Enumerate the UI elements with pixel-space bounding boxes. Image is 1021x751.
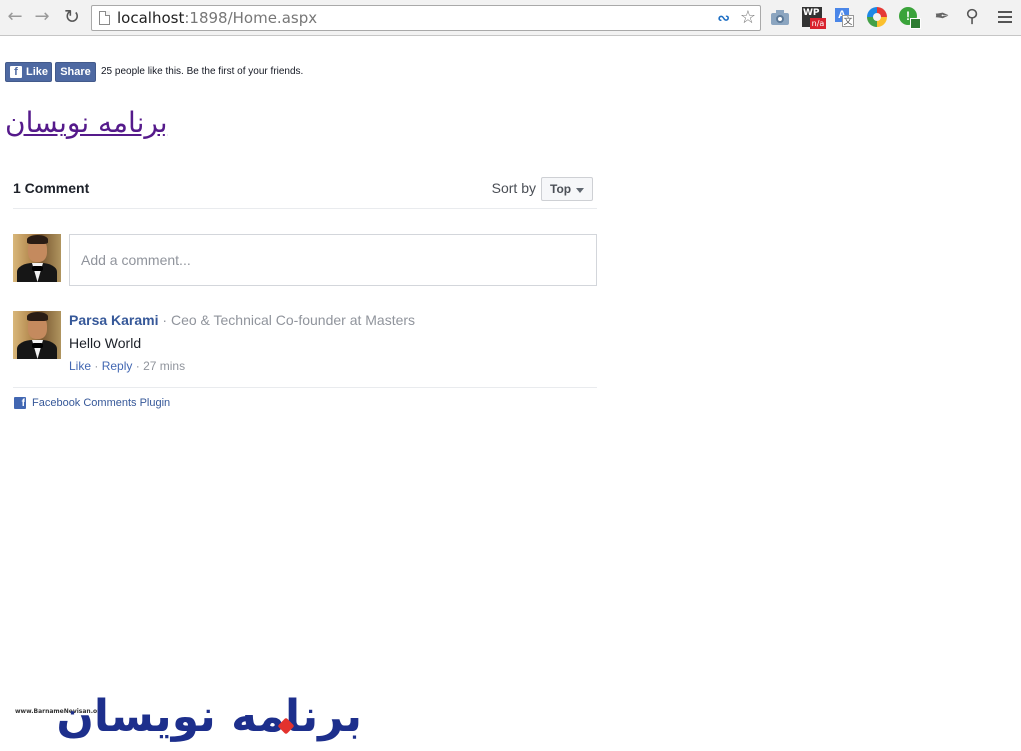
camera-extension-icon[interactable] (770, 7, 790, 27)
translate-extension-icon[interactable]: A文 (834, 7, 854, 27)
sort-value: Top (550, 182, 572, 196)
facebook-icon: f (14, 397, 26, 409)
page-icon (99, 11, 110, 25)
site-heading-link[interactable]: برنامه نویسان (5, 106, 168, 139)
facebook-f-icon: f (10, 66, 22, 78)
url-text[interactable]: localhost:1898/Home.aspx (117, 9, 317, 27)
comments-header: 1 Comment Sort by Top (13, 172, 597, 209)
wave-extension-icon[interactable]: ∾ (717, 9, 730, 27)
wp-extension-badge: n/a (810, 18, 826, 29)
share-button-label: Share (60, 66, 91, 78)
comment-reply-link[interactable]: Reply (102, 359, 133, 373)
sort-dropdown[interactable]: Top (541, 177, 593, 201)
like-button-label: Like (26, 66, 49, 78)
reload-icon[interactable]: ↻ (62, 7, 82, 27)
comment-like-link[interactable]: Like (69, 359, 91, 373)
site-logo: www.BarnameNevisan.org برنامه نویسان (12, 691, 364, 749)
comment-meta: Parsa Karami · Ceo & Technical Co-founde… (69, 312, 415, 328)
meta-separator: · (94, 359, 99, 373)
comment-input[interactable] (69, 234, 597, 286)
chevron-down-icon (576, 188, 584, 193)
logo-wordmark: برنامه نویسان (56, 691, 363, 742)
back-arrow-icon[interactable]: ← (5, 7, 25, 27)
forward-arrow-icon[interactable]: → (32, 7, 52, 27)
wp-extension-icon[interactable]: WP n/a (802, 7, 826, 29)
color-wheel-extension-icon[interactable] (867, 7, 887, 27)
like-button[interactable]: f Like (5, 62, 52, 82)
meta-separator: · (162, 312, 168, 328)
avatar[interactable] (13, 311, 61, 359)
green-extension-icon[interactable]: ! (899, 7, 921, 29)
star-icon[interactable]: ☆ (740, 7, 756, 28)
comment-timestamp[interactable]: 27 mins (143, 359, 185, 373)
share-button[interactable]: Share (55, 62, 96, 82)
comment-author-title: Ceo & Technical Co-founder at Masters (170, 312, 416, 328)
like-social-text: 25 people like this. Be the first of you… (101, 66, 304, 77)
comment-item: Parsa Karami · Ceo & Technical Co-founde… (13, 311, 597, 375)
browser-toolbar: ← → ↻ localhost:1898/Home.aspx ∾ ☆ WP n/… (0, 0, 1021, 36)
feather-extension-icon[interactable]: ✒ (932, 7, 952, 27)
comments-plugin: 1 Comment Sort by Top Parsa Karami · Ceo… (13, 172, 597, 409)
comments-footer: f Facebook Comments Plugin (13, 387, 597, 417)
meta-separator: · (135, 359, 140, 373)
avatar[interactable] (13, 234, 61, 282)
sort-label: Sort by (491, 180, 536, 196)
facebook-comments-plugin-link[interactable]: Facebook Comments Plugin (32, 397, 170, 409)
comment-composer (13, 234, 597, 286)
url-host: localhost (117, 9, 185, 27)
comment-count: 1 Comment (13, 180, 90, 196)
url-path: :1898/Home.aspx (184, 9, 318, 27)
comment-author[interactable]: Parsa Karami (69, 312, 159, 328)
hamburger-menu-icon[interactable] (998, 11, 1012, 23)
comment-text: Hello World (69, 335, 142, 351)
comment-actions: Like · Reply · 27 mins (69, 359, 185, 373)
satellite-extension-icon[interactable]: ⚲ (962, 7, 982, 27)
address-bar[interactable]: localhost:1898/Home.aspx ∾ ☆ (91, 5, 761, 31)
